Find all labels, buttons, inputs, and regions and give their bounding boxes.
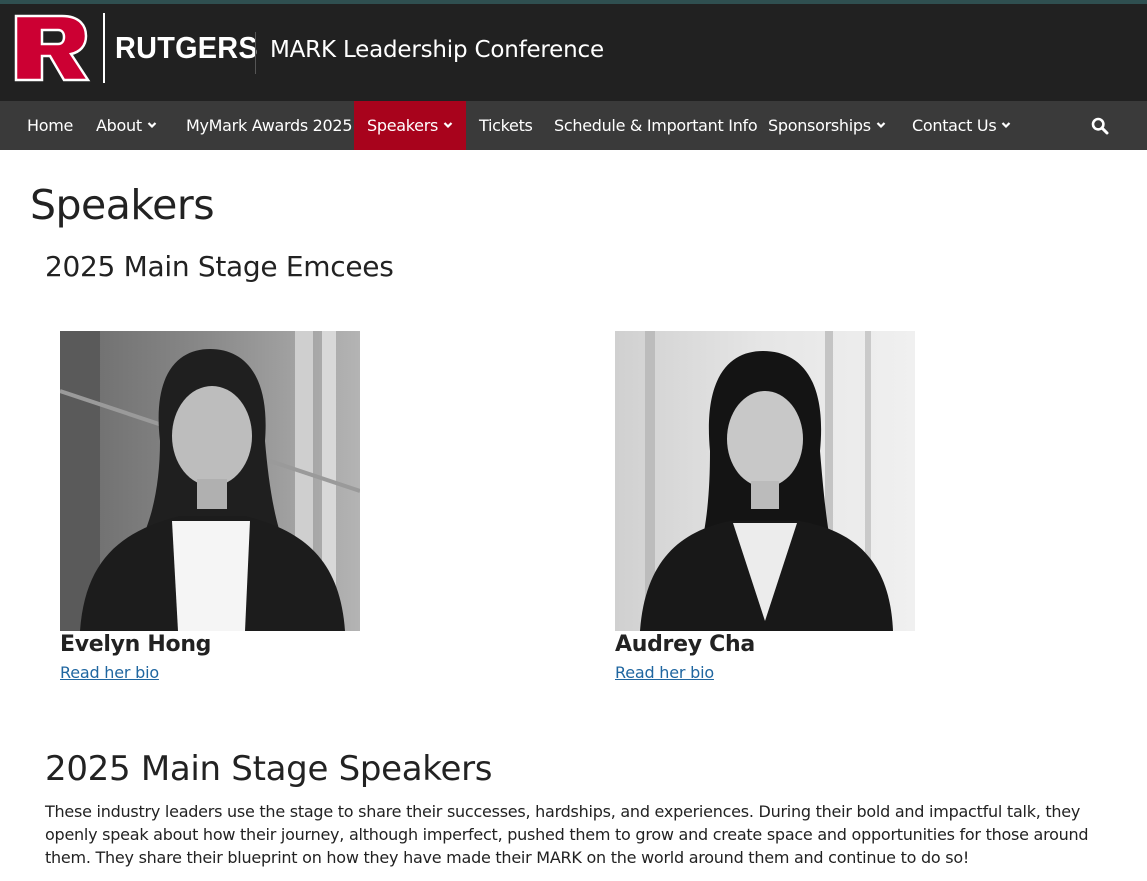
- nav-item-contact-us[interactable]: Contact Us: [900, 101, 1030, 150]
- nav-item-label: Speakers: [367, 116, 439, 135]
- nav-item-label: About: [96, 116, 142, 135]
- nav-item-schedule[interactable]: Schedule & Important Info: [540, 101, 758, 150]
- nav-item-mymark-awards[interactable]: MyMark Awards 2025: [174, 101, 354, 150]
- chevron-down-icon: [1002, 122, 1011, 129]
- nav-item-label: Sponsorships: [768, 116, 871, 135]
- nav-item-home[interactable]: Home: [0, 101, 86, 150]
- nav-item-label: Schedule & Important Info: [554, 116, 758, 135]
- read-bio-link[interactable]: Read her bio: [615, 663, 714, 682]
- site-title[interactable]: MARK Leadership Conference: [270, 37, 604, 63]
- chevron-down-icon: [147, 122, 157, 129]
- rutgers-r-logo[interactable]: [14, 14, 91, 84]
- chevron-down-icon: [443, 122, 453, 129]
- emcee-photo: [60, 331, 360, 631]
- emcees-section-title: 2025 Main Stage Emcees: [45, 250, 394, 283]
- logo-divider: [103, 13, 105, 83]
- main-nav: Home About MyMark Awards 2025 Speakers T…: [0, 101, 1147, 150]
- speakers-section-title: 2025 Main Stage Speakers: [45, 749, 493, 789]
- nav-item-label: Home: [27, 116, 74, 135]
- nav-item-speakers[interactable]: Speakers: [354, 101, 466, 150]
- search-icon[interactable]: [1091, 117, 1109, 135]
- nav-item-label: Contact Us: [912, 116, 997, 135]
- rutgers-wordmark[interactable]: RUTGERS: [115, 30, 258, 66]
- chevron-down-icon: [876, 122, 886, 129]
- emcee-name: Audrey Cha: [615, 632, 755, 657]
- emcee-card: Evelyn Hong Read her bio: [60, 331, 360, 682]
- title-divider: [255, 32, 256, 74]
- nav-item-about[interactable]: About: [86, 101, 174, 150]
- emcee-card: Audrey Cha Read her bio: [615, 331, 915, 682]
- page-title: Speakers: [30, 181, 215, 229]
- nav-item-label: Tickets: [479, 116, 533, 135]
- emcee-name: Evelyn Hong: [60, 632, 212, 657]
- emcee-photo: [615, 331, 915, 631]
- nav-item-tickets[interactable]: Tickets: [466, 101, 540, 150]
- speakers-intro-text: These industry leaders use the stage to …: [45, 802, 1089, 867]
- read-bio-link[interactable]: Read her bio: [60, 663, 159, 682]
- nav-item-label: MyMark Awards 2025: [186, 116, 353, 135]
- site-header: RUTGERS MARK Leadership Conference: [0, 4, 1147, 101]
- nav-item-sponsorships[interactable]: Sponsorships: [756, 101, 900, 150]
